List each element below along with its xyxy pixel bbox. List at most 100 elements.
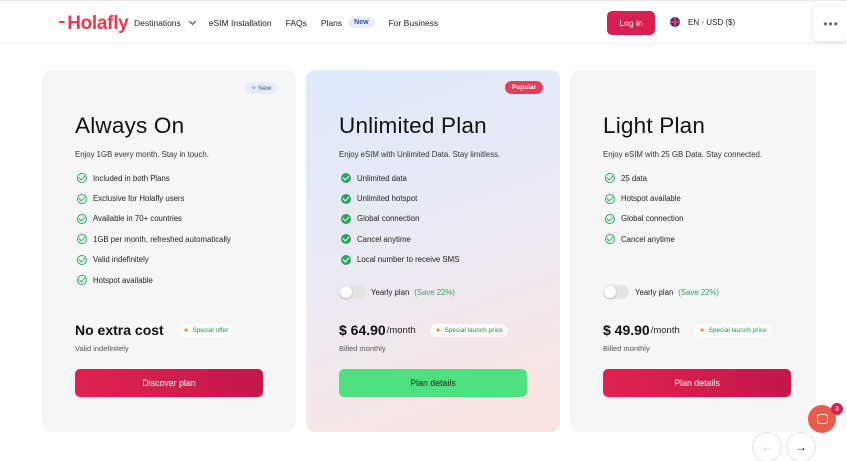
page: ⁃Holafly Destinations eSIM Installation … [0,0,847,461]
feature-item: Global connection [341,209,459,229]
offer-badge: ✦ Special launch price [429,323,508,337]
feature-item: 1GB per month, refreshed automatically [77,229,231,249]
feature-item: Exclusive for Holafly users [77,188,231,208]
logo-mark-icon: ⁃ [57,13,67,34]
feature-item: Unlimited data [341,168,459,188]
price: $ 64.90 [339,322,386,338]
feature-item: Cancel anytime [605,229,683,249]
main-nav: Destinations eSIM Installation FAQs Plan… [134,17,452,28]
check-circle-icon [605,193,615,204]
feature-text: Unlimited data [357,173,407,183]
feature-text: Available in 70+ countries [93,214,182,224]
check-circle-icon [341,193,351,204]
check-circle-icon [77,254,87,265]
yearly-plan-toggle[interactable] [339,285,365,299]
offer-badge: ✦ Special launch price [693,323,772,337]
price: No extra cost [75,322,164,338]
login-button[interactable]: Log in [607,11,655,35]
check-circle-icon [341,234,351,245]
check-circle-icon [77,193,87,204]
carousel-next-button[interactable]: → [786,432,816,461]
check-circle-icon [77,275,87,286]
logo-text: Holafly [67,13,129,34]
offer-badge: ✦ Special offer [177,323,234,337]
check-circle-icon [341,213,351,224]
feature-item: Local number to receive SMS [341,250,459,270]
feature-text: Local number to receive SMS [357,255,460,265]
billing-note: Valid indefinitely [75,344,129,353]
feature-text: 1GB per month, refreshed automatically [93,234,231,244]
language-label: EN - USD ($) [688,17,736,27]
nav-esim-installation-label: eSIM Installation [208,17,272,28]
holafly-logo[interactable]: ⁃Holafly [57,12,129,35]
more-options-button[interactable]: ••• [813,6,847,41]
offer-text: Special launch price [444,326,503,334]
plan-card-always-on: ✧ New Always On Enjoy 1GB every month. S… [42,70,296,432]
feature-text: Exclusive for Holafly users [93,194,185,204]
yearly-plan-label: Yearly plan [371,287,410,297]
feature-text: Hotspot available [621,194,681,204]
carousel-prev-button[interactable]: ← [752,432,782,461]
yearly-plan-toggle[interactable] [603,285,629,299]
feature-text: Global connection [357,214,420,224]
check-circle-icon [77,234,87,245]
nav-for-business-label: For Business [388,17,439,28]
check-circle-icon [341,173,351,184]
nav-faqs-label: FAQs [285,17,307,28]
check-circle-icon [605,213,615,224]
nav-plans[interactable]: Plans New [321,17,375,28]
nav-plans-label: Plans [320,17,343,28]
check-circle-icon [77,173,87,184]
nav-faqs[interactable]: FAQs [286,18,307,28]
billing-note: Billed monthly [339,344,386,353]
billing-note: Billed monthly [603,344,650,353]
feature-text: Valid indefinitely [93,255,149,265]
party-popper-icon: ✦ [698,325,706,335]
feature-text: Hotspot available [93,275,153,285]
nav-destinations-label: Destinations [134,17,181,28]
yearly-save-label: (Save 22%) [414,287,456,297]
nav-destinations[interactable]: Destinations [134,17,196,28]
discover-plan-button[interactable]: Discover plan [75,369,263,397]
feature-list: 25 data Hotspot available Global connect… [605,168,683,250]
new-tag: ✧ New [245,82,278,94]
plan-description: Enjoy 1GB every month. Stay in touch. [75,150,209,159]
feature-text: Global connection [621,214,684,224]
chat-bubble-icon [816,414,828,424]
nav-for-business[interactable]: For Business [389,18,439,28]
language-currency-selector[interactable]: EN - USD ($) [670,17,735,27]
feature-text: Unlimited hotspot [357,194,418,204]
feature-item: Cancel anytime [341,229,459,249]
feature-text: Cancel anytime [357,234,411,244]
plan-title: Light Plan [603,113,706,138]
nav-esim-installation[interactable]: eSIM Installation [209,18,272,28]
arrow-right-icon: → [795,440,807,454]
plan-details-button[interactable]: Plan details [339,369,527,397]
feature-text: Included in both Plans [93,173,170,183]
check-circle-icon [605,173,615,184]
yearly-plan-label: Yearly plan [635,287,674,297]
price-row: $ 64.90 /month ✦ Special launch price [339,322,508,338]
price-unit: /month [386,324,416,336]
party-popper-icon: ✦ [182,325,190,335]
feature-list: Included in both Plans Exclusive for Hol… [77,168,231,290]
feature-item: 25 data [605,168,683,188]
party-popper-icon: ✦ [434,325,442,335]
feature-text: 25 data [621,173,648,183]
plan-card-unlimited: Popular Unlimited Plan Enjoy eSIM with U… [306,70,560,432]
plan-title: Unlimited Plan [339,113,487,138]
chat-notification-badge: 3 [831,403,843,415]
plan-title: Always On [75,113,185,138]
yearly-plan-toggle-row: Yearly plan (Save 22%) [603,285,719,299]
feature-list: Unlimited data Unlimited hotspot Global … [341,168,459,270]
offer-text: Special launch price [708,326,767,334]
top-navbar: ⁃Holafly Destinations eSIM Installation … [0,0,847,44]
ellipsis-icon: ••• [823,16,839,31]
plan-details-button[interactable]: Plan details [603,369,791,397]
price-unit: /month [650,324,680,336]
popular-tag: Popular [505,81,544,94]
price-row: $ 49.90 /month ✦ Special launch price [603,322,772,338]
yearly-save-label: (Save 22%) [678,287,720,297]
offer-text: Special offer [192,326,229,334]
uk-flag-icon [670,17,680,27]
